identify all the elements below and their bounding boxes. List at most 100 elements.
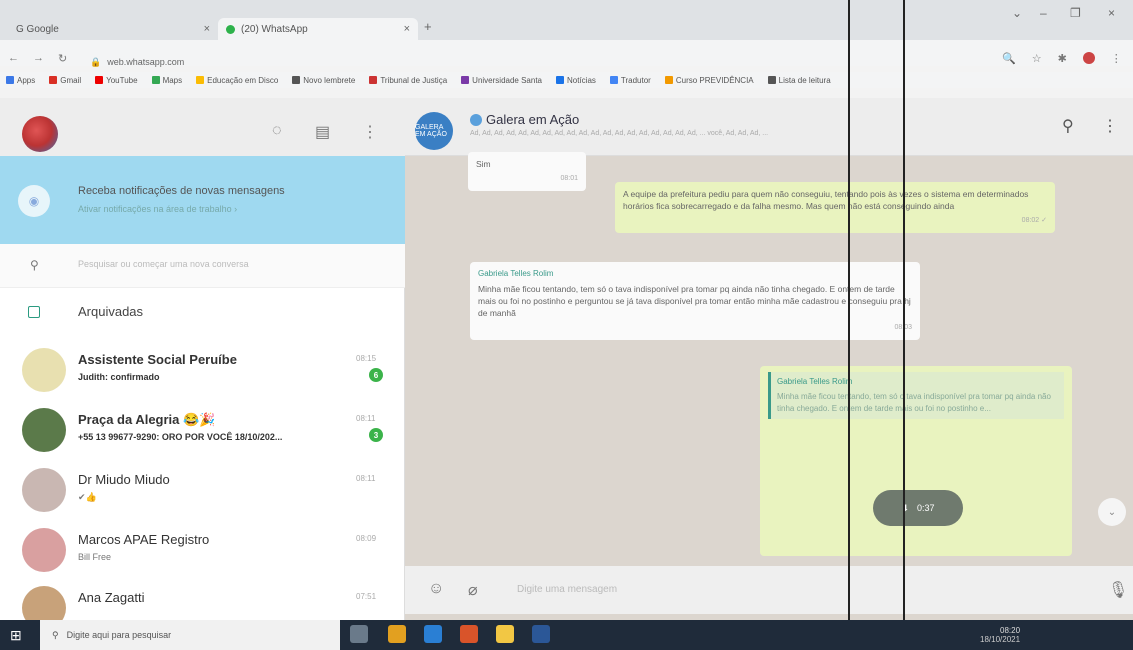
close-window-icon[interactable]: × bbox=[1108, 6, 1115, 20]
task-view-taskbar-icon[interactable] bbox=[350, 625, 368, 643]
clock-date: 18/10/2021 bbox=[980, 635, 1021, 644]
explorer-taskbar-icon[interactable] bbox=[496, 625, 514, 643]
nav-buttons: ← → ↻ bbox=[8, 52, 67, 65]
scan-line bbox=[903, 0, 905, 620]
message-in[interactable]: Gabriela Telles Rolim Minha mãe ficou te… bbox=[470, 262, 920, 340]
tab-whatsapp[interactable]: (20) WhatsApp × bbox=[218, 18, 418, 40]
menu-icon[interactable]: ⋮ bbox=[1102, 116, 1118, 136]
bookmark-label: Notícias bbox=[567, 75, 596, 85]
whatsapp-icon bbox=[226, 24, 235, 34]
reload-icon[interactable]: ↻ bbox=[58, 52, 67, 65]
chat-last-message: Judith: confirmado bbox=[78, 372, 160, 382]
chat-name: Dr Miudo Miudo bbox=[78, 472, 170, 487]
quoted-message[interactable]: Gabriela Telles Rolim Minha mãe ficou te… bbox=[768, 372, 1064, 419]
group-avatar[interactable]: GALERA EM AÇÃO bbox=[415, 112, 453, 150]
message-input[interactable]: Digite uma mensagem bbox=[517, 584, 617, 595]
bookmark-item[interactable]: Apps bbox=[6, 76, 35, 85]
bookmark-label: Apps bbox=[17, 75, 36, 85]
back-arrow-icon[interactable]: ← bbox=[8, 52, 19, 65]
message-out-voice[interactable]: Gabriela Telles Rolim Minha mãe ficou te… bbox=[760, 366, 1072, 556]
archived-label: Arquivadas bbox=[78, 304, 144, 319]
bookmark-item[interactable]: Lista de leitura bbox=[767, 75, 831, 85]
bookmark-label: Tribunal de Justiça bbox=[380, 75, 448, 85]
bookmark-item[interactable]: Educação em Disco bbox=[196, 76, 278, 85]
chat-name: Ana Zagatti bbox=[78, 590, 145, 605]
url-text: web.whatsapp.com bbox=[107, 57, 185, 67]
composer-bar bbox=[405, 566, 1133, 614]
quote-sender: Gabriela Telles Rolim bbox=[777, 377, 853, 386]
message-text: Minha mãe ficou tentando, tem só o tava … bbox=[478, 284, 911, 318]
scroll-down-button[interactable]: ⌄ bbox=[1098, 498, 1126, 526]
search-input[interactable]: Pesquisar ou começar uma nova conversa bbox=[78, 259, 249, 269]
forward-arrow-icon[interactable]: → bbox=[33, 52, 44, 65]
windows-start-icon[interactable]: ⊞ bbox=[10, 627, 26, 643]
globe-icon bbox=[470, 114, 482, 126]
chat-time: 07:51 bbox=[356, 592, 377, 601]
star-icon[interactable]: ☆ bbox=[1032, 52, 1042, 65]
minimize-icon[interactable]: – bbox=[1040, 6, 1047, 20]
extensions-icon[interactable]: ✱ bbox=[1058, 52, 1067, 65]
bookmark-label: Lista de leitura bbox=[778, 75, 831, 85]
chat-name: Praça da Alegria 😂🎉 bbox=[78, 412, 216, 427]
bookmark-item[interactable]: Tradutor bbox=[609, 76, 651, 85]
taskbar-search[interactable]: ⚲ Digite aqui para pesquisar bbox=[40, 620, 340, 650]
microphone-icon[interactable]: 🎙 bbox=[1108, 580, 1128, 600]
message-text: A equipe da prefeitura pediu para quem n… bbox=[623, 189, 1029, 211]
archived-row[interactable] bbox=[0, 294, 405, 328]
chat-name: Assistente Social Peruíbe bbox=[78, 352, 237, 367]
bookmark-item[interactable]: Notícias bbox=[556, 76, 596, 85]
close-icon[interactable]: × bbox=[204, 23, 210, 35]
search-icon[interactable]: ⚲ bbox=[1062, 116, 1074, 136]
notification-title: Receba notificações de novas mensagens bbox=[78, 185, 285, 197]
tab-search-icon[interactable]: ⌄ bbox=[1012, 6, 1022, 20]
menu-icon[interactable]: ⋮ bbox=[362, 122, 378, 142]
bookmark-item[interactable]: Curso PREVIDÊNCIA bbox=[664, 76, 754, 85]
chat-avatar bbox=[22, 528, 66, 572]
message-sender: Gabriela Telles Rolim bbox=[478, 269, 554, 278]
group-name: Galera em Ação bbox=[470, 112, 579, 127]
emoji-icon[interactable]: ☺ bbox=[428, 580, 444, 598]
new-chat-icon[interactable]: ▤ bbox=[315, 122, 330, 142]
app-taskbar-icon[interactable] bbox=[460, 625, 478, 643]
attach-icon[interactable]: ⌀ bbox=[468, 580, 478, 600]
menu-icon[interactable]: ⋮ bbox=[1111, 52, 1122, 65]
profile-icon[interactable] bbox=[1082, 52, 1095, 64]
bookmark-item[interactable]: Maps bbox=[151, 76, 182, 85]
zoom-icon[interactable]: 🔍 bbox=[1002, 52, 1016, 65]
chat-last-message: +55 13 99677-9290: ORO POR VOCÊ 18/10/20… bbox=[78, 432, 283, 442]
notification-banner[interactable] bbox=[0, 156, 405, 244]
bookmark-item[interactable]: Novo lembrete bbox=[292, 76, 355, 85]
new-tab-button[interactable]: + bbox=[424, 19, 432, 34]
bookmark-icon bbox=[151, 76, 160, 84]
word-taskbar-icon[interactable] bbox=[532, 625, 550, 643]
edge-taskbar-icon[interactable] bbox=[424, 625, 442, 643]
bookmark-icon bbox=[292, 76, 301, 84]
chat-last-message: ✔👍 bbox=[78, 492, 97, 502]
bookmark-item[interactable]: YouTube bbox=[95, 76, 138, 85]
search-icon: ⚲ bbox=[52, 629, 59, 640]
message-time: 08:03 bbox=[478, 322, 912, 334]
scan-line bbox=[848, 0, 850, 620]
my-avatar[interactable] bbox=[22, 116, 58, 152]
bookmark-item[interactable]: Gmail bbox=[49, 76, 81, 85]
conversation-header[interactable] bbox=[405, 98, 1133, 156]
close-icon[interactable]: × bbox=[404, 23, 410, 35]
archive-icon bbox=[28, 306, 40, 318]
bookmark-item[interactable]: Tribunal de Justiça bbox=[369, 76, 447, 85]
tab-google[interactable]: G Google × bbox=[8, 18, 218, 40]
bookmark-label: Educação em Disco bbox=[207, 75, 279, 85]
chat-time: 08:11 bbox=[356, 474, 376, 483]
maximize-icon[interactable]: ❐ bbox=[1070, 6, 1081, 20]
enable-notifications-link[interactable]: Ativar notificações na área de trabalho … bbox=[78, 204, 237, 214]
bookmark-item[interactable]: Universidade Santa bbox=[461, 76, 542, 85]
voice-download-button[interactable]: ⬇ 0:37 bbox=[873, 490, 963, 526]
bookmark-icon bbox=[49, 76, 58, 84]
tab-label: (20) WhatsApp bbox=[241, 23, 308, 35]
address-bar[interactable]: 🔒 web.whatsapp.com bbox=[90, 52, 970, 72]
chrome-taskbar-icon[interactable] bbox=[388, 625, 406, 643]
bookmark-icon bbox=[95, 76, 104, 84]
message-out[interactable]: A equipe da prefeitura pediu para quem n… bbox=[615, 182, 1055, 233]
message-in[interactable]: Sim 08:01 bbox=[468, 152, 586, 191]
system-tray-clock[interactable]: 08:20 18/10/2021 bbox=[980, 626, 1020, 644]
status-icon[interactable]: ◌ bbox=[272, 122, 282, 140]
